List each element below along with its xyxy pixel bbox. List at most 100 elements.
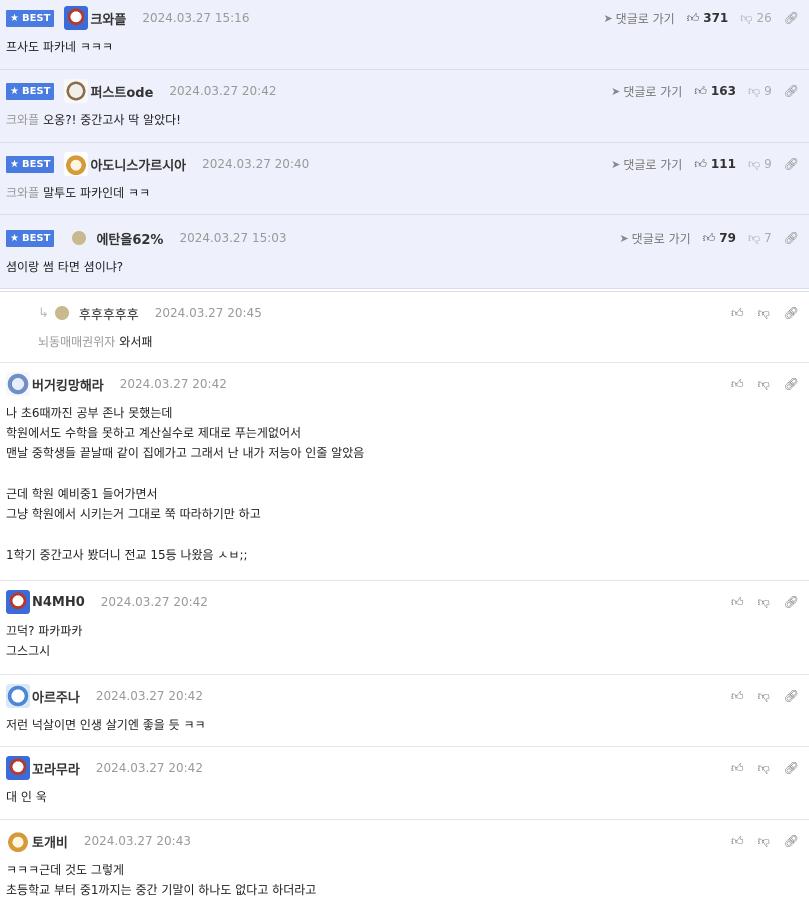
thumbs-up-icon[interactable]: 👍︎ — [731, 377, 744, 392]
comment-date: 2024.03.27 15:03 — [179, 231, 287, 245]
author-name[interactable]: 버거킹망해라 — [32, 375, 104, 394]
comment-actions: ➤ 댓글로 가기 👍︎ 79 👎︎ 7 🔗︎ — [619, 230, 799, 247]
author-name[interactable]: 아르주나 — [32, 687, 80, 706]
thumbs-up-icon: 👍︎ — [686, 10, 700, 25]
thumbs-down-icon[interactable]: 👎︎ — [758, 306, 770, 321]
comment-actions: ➤ 댓글로 가기 👍︎ 371 👎︎ 26 🔗︎ — [603, 10, 799, 27]
thumbs-down-icon[interactable]: 👎︎ — [758, 595, 770, 610]
avatar[interactable] — [6, 590, 30, 614]
author-name[interactable]: 토개비 — [32, 832, 68, 851]
avatar[interactable] — [54, 306, 69, 320]
star-icon: ★ — [10, 158, 19, 170]
comment-body: 셤이랑 썸 타면 셤이냐? — [6, 260, 124, 274]
comment-body: 대 인 욱 — [6, 790, 47, 804]
upvote-button[interactable]: 👍︎ 111 — [694, 157, 736, 172]
thumbs-down-icon[interactable]: 👎︎ — [758, 689, 770, 704]
send-icon: ➤ — [619, 231, 629, 245]
goto-reply-link[interactable]: ➤ 댓글로 가기 — [603, 10, 674, 27]
comment-date: 2024.03.27 20:45 — [154, 306, 262, 320]
best-badge: ★ BEST — [6, 9, 55, 27]
comment-date: 2024.03.27 20:42 — [119, 377, 227, 391]
downvote-button[interactable]: 👎︎ 9 — [748, 84, 772, 99]
avatar[interactable] — [6, 372, 30, 396]
thumbs-up-icon[interactable]: 👍︎ — [731, 834, 744, 849]
comment-body: 저런 넉살이면 인생 살기엔 좋을 듯 ㅋㅋ — [6, 718, 206, 732]
link-icon[interactable]: 🔗︎ — [784, 157, 799, 171]
thumbs-up-icon[interactable]: 👍︎ — [731, 761, 744, 776]
comment-list: ★ BEST 크와플 2024.03.27 15:16 ➤ 댓글로 가기 👍︎ 371… — [0, 0, 809, 912]
comment-actions: ➤ 댓글로 가기 👍︎ 163 👎︎ 9 🔗︎ — [611, 83, 799, 100]
downvote-button[interactable]: 👎︎ 26 — [740, 11, 771, 26]
avatar[interactable] — [64, 79, 89, 103]
link-icon[interactable]: 🔗︎ — [784, 306, 799, 320]
downvote-button[interactable]: 👎︎ 9 — [748, 157, 772, 172]
comment-item: 아르주나 2024.03.27 20:42 👍︎ 👎︎ 🔗︎ 저런 넉살이면 인… — [0, 675, 809, 747]
comment-date: 2024.03.27 20:42 — [95, 761, 203, 775]
reply-arrow-icon: ↳ — [38, 305, 49, 321]
link-icon[interactable]: 🔗︎ — [784, 689, 799, 703]
author-name[interactable]: 에탄올62% — [96, 229, 163, 248]
comment-date: 2024.03.27 20:42 — [100, 595, 208, 609]
comment-item: ★ BEST 아도니스가르시아 2024.03.27 20:40 ➤ 댓글로 가기 … — [0, 143, 809, 215]
thumbs-down-icon: 👎︎ — [747, 230, 761, 245]
link-icon[interactable]: 🔗︎ — [784, 11, 799, 25]
upvote-button[interactable]: 👍︎ 79 — [703, 231, 736, 246]
avatar[interactable] — [6, 829, 30, 853]
thumbs-down-icon: 👎︎ — [740, 10, 753, 25]
link-icon[interactable]: 🔗︎ — [784, 84, 799, 98]
comment-item: N4MH0 2024.03.27 20:42 👍︎ 👎︎ 🔗︎ 끄덕? 파카파카… — [0, 581, 809, 675]
author-name[interactable]: 꼬라무라 — [32, 759, 80, 778]
author-name[interactable]: 후후후후후 — [79, 304, 139, 323]
goto-reply-link[interactable]: ➤ 댓글로 가기 — [611, 83, 682, 100]
thumbs-up-icon[interactable]: 👍︎ — [731, 306, 744, 321]
avatar[interactable] — [6, 756, 30, 780]
send-icon: ➤ — [611, 84, 621, 98]
comment-item: 꼬라무라 2024.03.27 20:42 👍︎ 👎︎ 🔗︎ 대 인 욱 — [0, 747, 809, 820]
avatar[interactable] — [64, 152, 89, 176]
link-icon[interactable]: 🔗︎ — [784, 834, 799, 848]
mention[interactable]: 뇌동매매권위자 — [38, 335, 115, 349]
send-icon: ➤ — [611, 157, 621, 171]
comment-date: 2024.03.27 20:42 — [169, 84, 277, 98]
comment-actions: 👍︎ 👎︎ 🔗︎ — [717, 377, 799, 392]
avatar[interactable] — [64, 6, 89, 30]
link-icon[interactable]: 🔗︎ — [784, 595, 799, 609]
comment-actions: 👍︎ 👎︎ 🔗︎ — [717, 595, 799, 610]
reply-item: ↳ 후후후후후 2024.03.27 20:45 👍︎ 👎︎ 🔗︎ 뇌동매매권위… — [0, 292, 809, 363]
author-name[interactable]: 크와플 — [90, 9, 126, 28]
avatar[interactable] — [6, 684, 30, 708]
upvote-button[interactable]: 👍︎ 371 — [687, 11, 729, 26]
link-icon[interactable]: 🔗︎ — [784, 761, 799, 775]
link-icon[interactable]: 🔗︎ — [784, 231, 799, 245]
thumbs-up-icon: 👍︎ — [694, 156, 707, 171]
best-badge: ★ BEST — [6, 229, 55, 247]
comment-date: 2024.03.27 20:40 — [202, 157, 310, 171]
comment-body: 끄덕? 파카파카 그스그시 — [6, 624, 83, 658]
mention[interactable]: 크와플 — [6, 186, 39, 200]
comment-date: 2024.03.27 20:43 — [83, 834, 191, 848]
author-name[interactable]: 아도니스가르시아 — [90, 155, 186, 174]
send-icon: ➤ — [603, 11, 613, 25]
author-name[interactable]: N4MH0 — [32, 595, 85, 610]
avatar[interactable] — [72, 231, 87, 245]
link-icon[interactable]: 🔗︎ — [784, 377, 799, 391]
goto-reply-link[interactable]: ➤ 댓글로 가기 — [611, 156, 682, 173]
thumbs-down-icon[interactable]: 👎︎ — [758, 761, 770, 776]
upvote-button[interactable]: 👍︎ 163 — [694, 84, 736, 99]
thumbs-down-icon: 👎︎ — [747, 83, 761, 98]
author-name[interactable]: 퍼스트ode — [90, 82, 153, 101]
thumbs-up-icon[interactable]: 👍︎ — [731, 595, 744, 610]
thumbs-down-icon[interactable]: 👎︎ — [758, 834, 770, 849]
comment-body: 나 초6때까진 공부 존나 못했는데 학원에서도 수학을 못하고 계산실수로 제… — [6, 406, 365, 562]
comment-item: 토개비 2024.03.27 20:43 👍︎ 👎︎ 🔗︎ ㅋㅋㅋ근데 것도 그… — [0, 820, 809, 912]
mention[interactable]: 크와플 — [6, 113, 39, 127]
thumbs-up-icon[interactable]: 👍︎ — [731, 689, 744, 704]
goto-reply-link[interactable]: ➤ 댓글로 가기 — [619, 230, 690, 247]
comment-item: ★ BEST 퍼스트ode 2024.03.27 20:42 ➤ 댓글로 가기 👍︎… — [0, 70, 809, 143]
thumbs-down-icon[interactable]: 👎︎ — [758, 377, 770, 392]
comment-actions: ➤ 댓글로 가기 👍︎ 111 👎︎ 9 🔗︎ — [611, 156, 799, 173]
downvote-button[interactable]: 👎︎ 7 — [748, 231, 772, 246]
thumbs-up-icon: 👍︎ — [694, 83, 707, 98]
star-icon: ★ — [10, 12, 19, 24]
comment-date: 2024.03.27 20:42 — [95, 689, 203, 703]
